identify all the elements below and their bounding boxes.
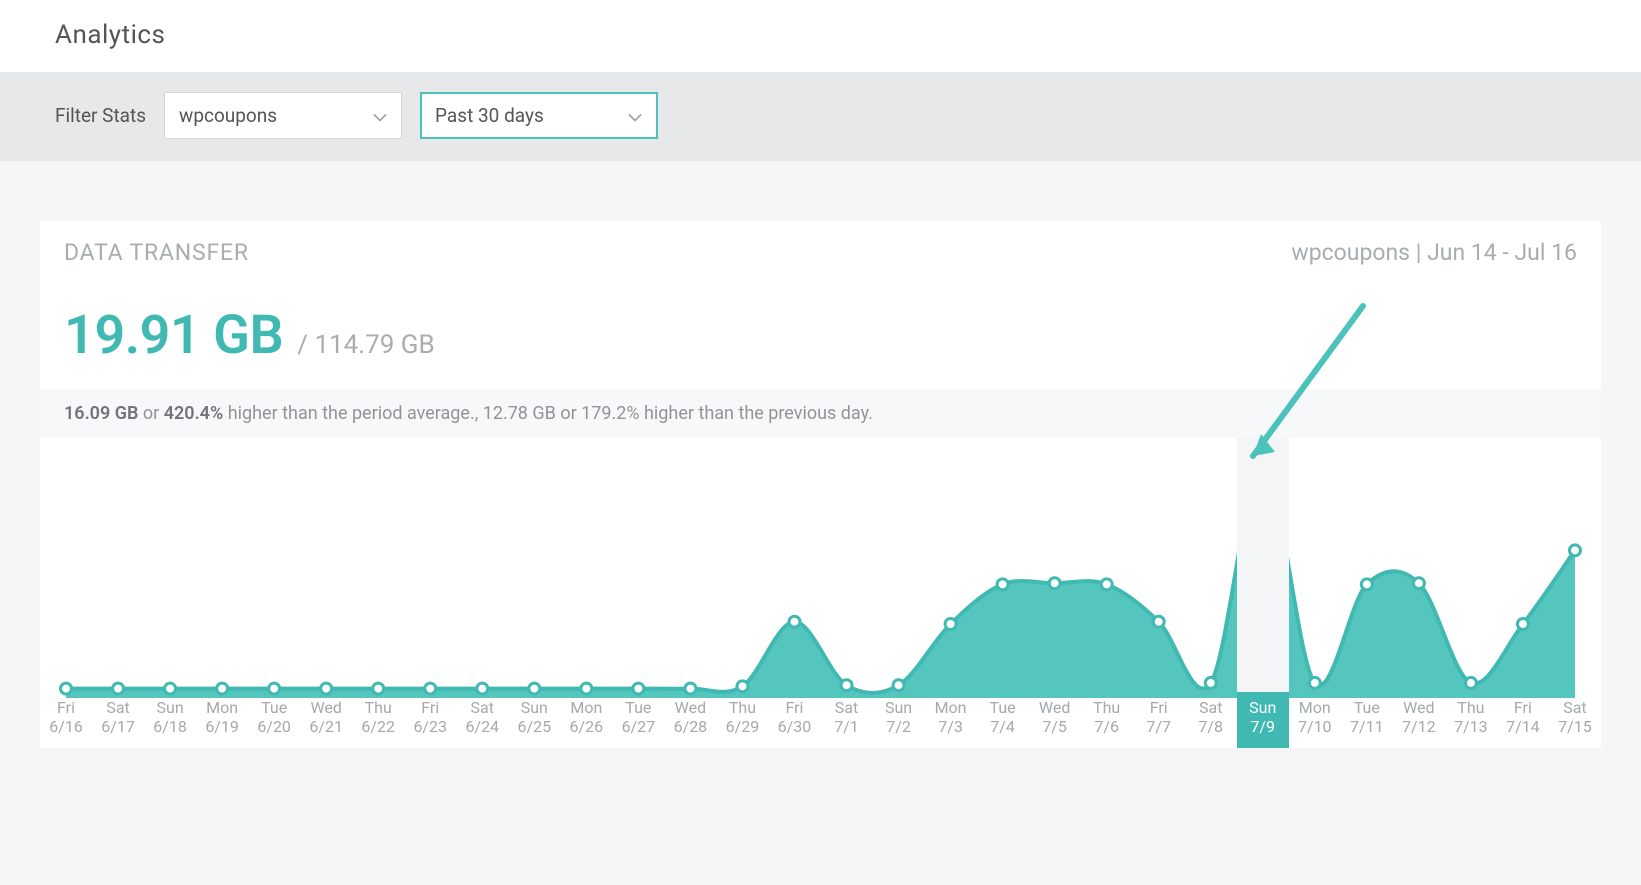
x-tick[interactable]: Fri6/16: [40, 692, 92, 748]
chart: Fri6/16Sat6/17Sun6/18Mon6/19Tue6/20Wed6/…: [40, 438, 1601, 748]
chevron-down-icon: [628, 104, 642, 127]
x-tick[interactable]: Mon7/3: [925, 692, 977, 748]
metric-row: 19.91 GB / 114.79 GB: [40, 266, 1601, 389]
x-tick[interactable]: Fri6/30: [768, 692, 820, 748]
summary-absolute: 16.09 GB: [64, 403, 138, 424]
range-select[interactable]: Past 30 days: [420, 92, 658, 139]
content-area: DATA TRANSFER wpcoupons | Jun 14 - Jul 1…: [0, 161, 1641, 768]
site-select-value: wpcoupons: [179, 104, 277, 127]
range-select-value: Past 30 days: [435, 104, 544, 127]
x-tick[interactable]: Thu7/13: [1445, 692, 1497, 748]
x-tick[interactable]: Mon6/26: [560, 692, 612, 748]
highlight-column: [1237, 438, 1289, 692]
header-bar: Analytics: [0, 0, 1641, 72]
x-axis: Fri6/16Sat6/17Sun6/18Mon6/19Tue6/20Wed6/…: [40, 692, 1601, 748]
x-tick[interactable]: Mon7/10: [1289, 692, 1341, 748]
x-tick[interactable]: Fri7/7: [1133, 692, 1185, 748]
x-tick[interactable]: Tue6/27: [612, 692, 664, 748]
filter-bar: Filter Stats wpcoupons Past 30 days: [0, 72, 1641, 161]
card-range: wpcoupons | Jun 14 - Jul 16: [1291, 239, 1577, 266]
x-tick[interactable]: Tue7/11: [1341, 692, 1393, 748]
area-chart[interactable]: [40, 438, 1601, 698]
page-title: Analytics: [55, 20, 1586, 50]
x-tick[interactable]: Fri6/23: [404, 692, 456, 748]
metric-value: 19.91 GB: [64, 304, 283, 367]
x-tick[interactable]: Sun6/25: [508, 692, 560, 748]
card-title: DATA TRANSFER: [64, 239, 249, 266]
filter-label: Filter Stats: [55, 104, 146, 127]
x-tick[interactable]: Sun6/18: [144, 692, 196, 748]
data-transfer-card: DATA TRANSFER wpcoupons | Jun 14 - Jul 1…: [40, 221, 1601, 748]
summary-row: 16.09 GB or 420.4% higher than the perio…: [40, 389, 1601, 438]
metric-total: / 114.79 GB: [297, 330, 434, 360]
x-tick[interactable]: Fri7/14: [1497, 692, 1549, 748]
x-tick[interactable]: Wed6/21: [300, 692, 352, 748]
chevron-down-icon: [373, 104, 387, 127]
x-tick[interactable]: Wed6/28: [664, 692, 716, 748]
x-tick[interactable]: Tue6/20: [248, 692, 300, 748]
x-tick[interactable]: Tue7/4: [977, 692, 1029, 748]
x-tick[interactable]: Sat6/24: [456, 692, 508, 748]
summary-percent: 420.4%: [164, 403, 224, 424]
x-tick[interactable]: Thu6/29: [716, 692, 768, 748]
card-header: DATA TRANSFER wpcoupons | Jun 14 - Jul 1…: [40, 221, 1601, 266]
x-tick[interactable]: Sun7/2: [873, 692, 925, 748]
x-tick[interactable]: Sat7/1: [820, 692, 872, 748]
site-select[interactable]: wpcoupons: [164, 92, 402, 139]
x-tick[interactable]: Wed7/5: [1029, 692, 1081, 748]
x-tick[interactable]: Sat7/15: [1549, 692, 1601, 748]
x-tick[interactable]: Sat7/8: [1185, 692, 1237, 748]
x-tick[interactable]: Wed7/12: [1393, 692, 1445, 748]
x-tick[interactable]: Sat6/17: [92, 692, 144, 748]
x-tick[interactable]: Sun7/9: [1237, 692, 1289, 748]
x-tick[interactable]: Thu7/6: [1081, 692, 1133, 748]
x-tick[interactable]: Mon6/19: [196, 692, 248, 748]
x-tick[interactable]: Thu6/22: [352, 692, 404, 748]
